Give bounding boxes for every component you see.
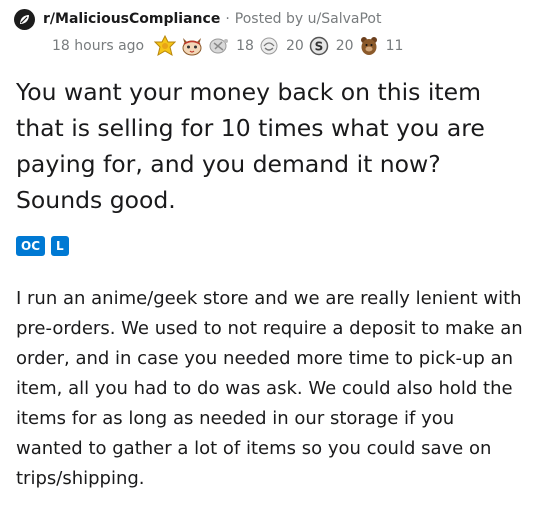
flair-oc[interactable]: OC: [16, 236, 46, 256]
subreddit-icon[interactable]: [14, 8, 35, 30]
post-time[interactable]: 18 hours ago: [52, 38, 144, 54]
bear-award-count: 11: [385, 38, 404, 54]
subreddit-row: r/MaliciousCompliance · Posted by u/Salv…: [14, 8, 534, 30]
coin-award-count: 20: [335, 38, 354, 54]
wholesome-award-count: 20: [285, 38, 304, 54]
gold-star-award-icon[interactable]: [154, 35, 177, 57]
wholesome-award-icon[interactable]: [258, 35, 280, 57]
cat-face-award-icon[interactable]: [180, 35, 204, 57]
post-body: I run an anime/geek store and we are rea…: [16, 288, 523, 489]
silver-award-count: 18: [236, 38, 254, 54]
post-header: r/MaliciousCompliance · Posted by u/Salv…: [14, 8, 534, 58]
svg-text:S: S: [314, 40, 323, 54]
post-title[interactable]: You want your money back on this item th…: [16, 74, 531, 218]
posted-by[interactable]: Posted by u/SalvaPot: [235, 11, 382, 27]
subreddit-name[interactable]: r/MaliciousCompliance: [43, 11, 220, 27]
bear-award-icon[interactable]: [358, 35, 380, 57]
separator-dot: ·: [225, 11, 230, 27]
meta-row: 18 hours ago 18 20 S 20 11: [14, 34, 534, 58]
silver-award-icon[interactable]: [208, 35, 230, 57]
post-flairs: OC L: [16, 236, 69, 256]
coin-award-icon[interactable]: S: [308, 35, 330, 57]
flair-l[interactable]: L: [51, 236, 69, 256]
